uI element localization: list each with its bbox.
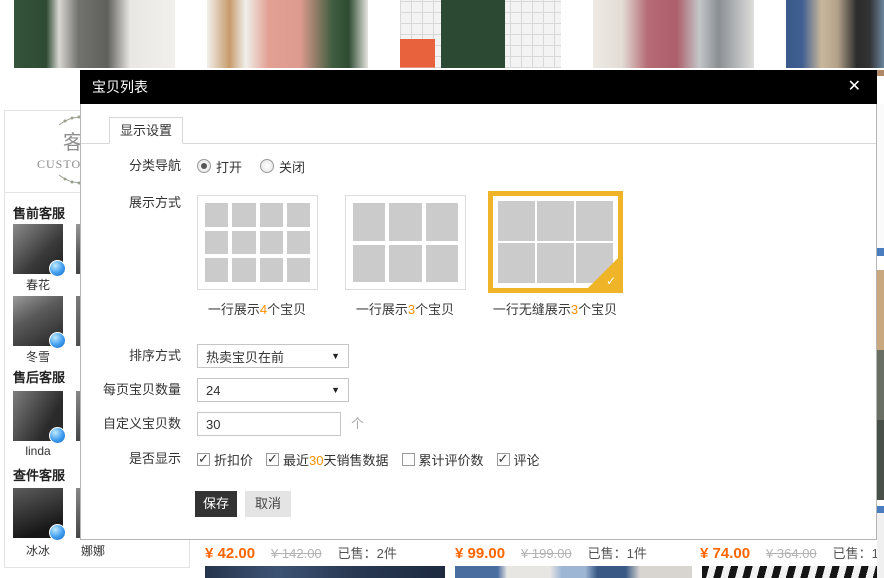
sold-count: 已售：2件 (338, 543, 397, 562)
wangwang-chat-icon[interactable] (49, 332, 66, 349)
radio-label: 关闭 (279, 157, 305, 176)
check-icon: ✓ (606, 274, 616, 288)
product-image[interactable] (207, 0, 368, 68)
field-label-custom-count: 自定义宝贝数 (101, 412, 181, 436)
radio-option-open[interactable]: 打开 (197, 157, 242, 176)
wangwang-chat-icon[interactable] (49, 427, 66, 444)
service-member-name: 春花 (13, 276, 63, 293)
chevron-down-icon: ▼ (331, 351, 340, 361)
service-member-name: 冬雪 (13, 348, 63, 365)
product-image[interactable] (455, 566, 692, 578)
product-image[interactable] (205, 566, 445, 578)
wangwang-chat-icon[interactable] (49, 524, 66, 541)
sale-price: ¥ 74.00 (700, 545, 750, 562)
service-member-name: linda (13, 444, 63, 458)
service-group-header: 售后客服 (13, 367, 65, 386)
display-option-3-seamless-selected[interactable]: ✓ (488, 191, 623, 293)
sale-price: ¥ 42.00 (205, 545, 255, 562)
product-image[interactable] (593, 0, 754, 68)
avatar[interactable] (13, 488, 63, 538)
field-label-category-nav: 分类导航 (101, 157, 181, 175)
tab-display-settings[interactable]: 显示设置 (109, 117, 183, 144)
category-nav-radio-group: 打开 关闭 (197, 157, 305, 175)
original-price: ¥ 364.00 (766, 546, 817, 561)
save-button[interactable]: 保存 (195, 491, 237, 517)
display-option-caption: 一行展示3个宝贝 (320, 299, 490, 318)
field-label-display-mode: 展示方式 (101, 195, 181, 211)
shop-decorator-page: 客 CUSTOM 售前客服 春花 冬雪 售后客服 linda (0, 0, 884, 578)
display-option-caption: 一行无缝展示3个宝贝 (470, 299, 640, 318)
service-member-name: 冰冰 (13, 542, 63, 559)
page-edge-strip (877, 70, 884, 578)
checkbox-icon[interactable] (197, 453, 210, 466)
radio-icon[interactable] (197, 159, 211, 173)
cancel-button[interactable]: 取消 (245, 491, 291, 517)
custom-count-input[interactable] (197, 412, 341, 436)
field-label-per-page: 每页宝贝数量 (101, 378, 181, 402)
product-image[interactable] (400, 0, 561, 68)
radio-option-close[interactable]: 关闭 (260, 157, 305, 176)
tab-divider (81, 143, 876, 144)
chevron-down-icon: ▼ (331, 385, 340, 395)
modal-header: 宝贝列表 ✕ (80, 70, 877, 104)
sold-count: 已售：1件 (588, 543, 647, 562)
avatar[interactable] (13, 296, 63, 346)
grid-preview (205, 203, 310, 282)
checkbox-icon[interactable] (402, 453, 415, 466)
field-label-sort: 排序方式 (101, 344, 181, 368)
product-price-row: ¥ 74.00 ¥ 364.00 已售：1件 (700, 543, 884, 563)
unit-label: 个 (351, 412, 364, 436)
show-checkbox-group: 折扣价 最近30天销售数据 累计评价数 评论 (197, 450, 540, 468)
display-option-caption: 一行展示4个宝贝 (172, 299, 342, 318)
grid-preview (353, 203, 458, 282)
checkbox-total-reviews[interactable]: 累计评价数 (402, 450, 484, 469)
product-image[interactable] (14, 0, 175, 68)
service-group-header: 查件客服 (13, 465, 65, 484)
checkbox-discount-price[interactable]: 折扣价 (197, 450, 253, 469)
select-value: 24 (206, 383, 220, 398)
product-list-modal: 宝贝列表 ✕ 显示设置 分类导航 打开 关闭 展示方式 (80, 70, 877, 540)
avatar[interactable] (13, 391, 63, 441)
avatar[interactable] (13, 224, 63, 274)
service-group-header: 售前客服 (13, 203, 65, 222)
sale-price: ¥ 99.00 (455, 545, 505, 562)
wangwang-chat-icon[interactable] (49, 260, 66, 277)
product-image[interactable] (702, 566, 880, 578)
radio-icon[interactable] (260, 159, 274, 173)
display-option-4-per-row[interactable] (197, 195, 318, 290)
original-price: ¥ 142.00 (271, 546, 322, 561)
checkbox-comments[interactable]: 评论 (497, 450, 540, 469)
product-price-row: ¥ 42.00 ¥ 142.00 已售：2件 (205, 543, 397, 563)
service-member-name: 娜娜 (68, 542, 118, 559)
product-image[interactable] (786, 0, 884, 68)
select-value: 热卖宝贝在前 (206, 347, 284, 366)
checkbox-icon[interactable] (497, 453, 510, 466)
field-label-show: 是否显示 (101, 450, 181, 468)
radio-label: 打开 (216, 157, 242, 176)
close-icon[interactable]: ✕ (848, 70, 861, 104)
original-price: ¥ 199.00 (521, 546, 572, 561)
product-price-row: ¥ 99.00 ¥ 199.00 已售：1件 (455, 543, 647, 563)
modal-title: 宝贝列表 (92, 70, 148, 104)
checkbox-30day-sales[interactable]: 最近30天销售数据 (266, 450, 389, 469)
sort-select[interactable]: 热卖宝贝在前 ▼ (197, 344, 349, 368)
per-page-select[interactable]: 24 ▼ (197, 378, 349, 402)
display-option-3-per-row[interactable] (345, 195, 466, 290)
checkbox-icon[interactable] (266, 453, 279, 466)
